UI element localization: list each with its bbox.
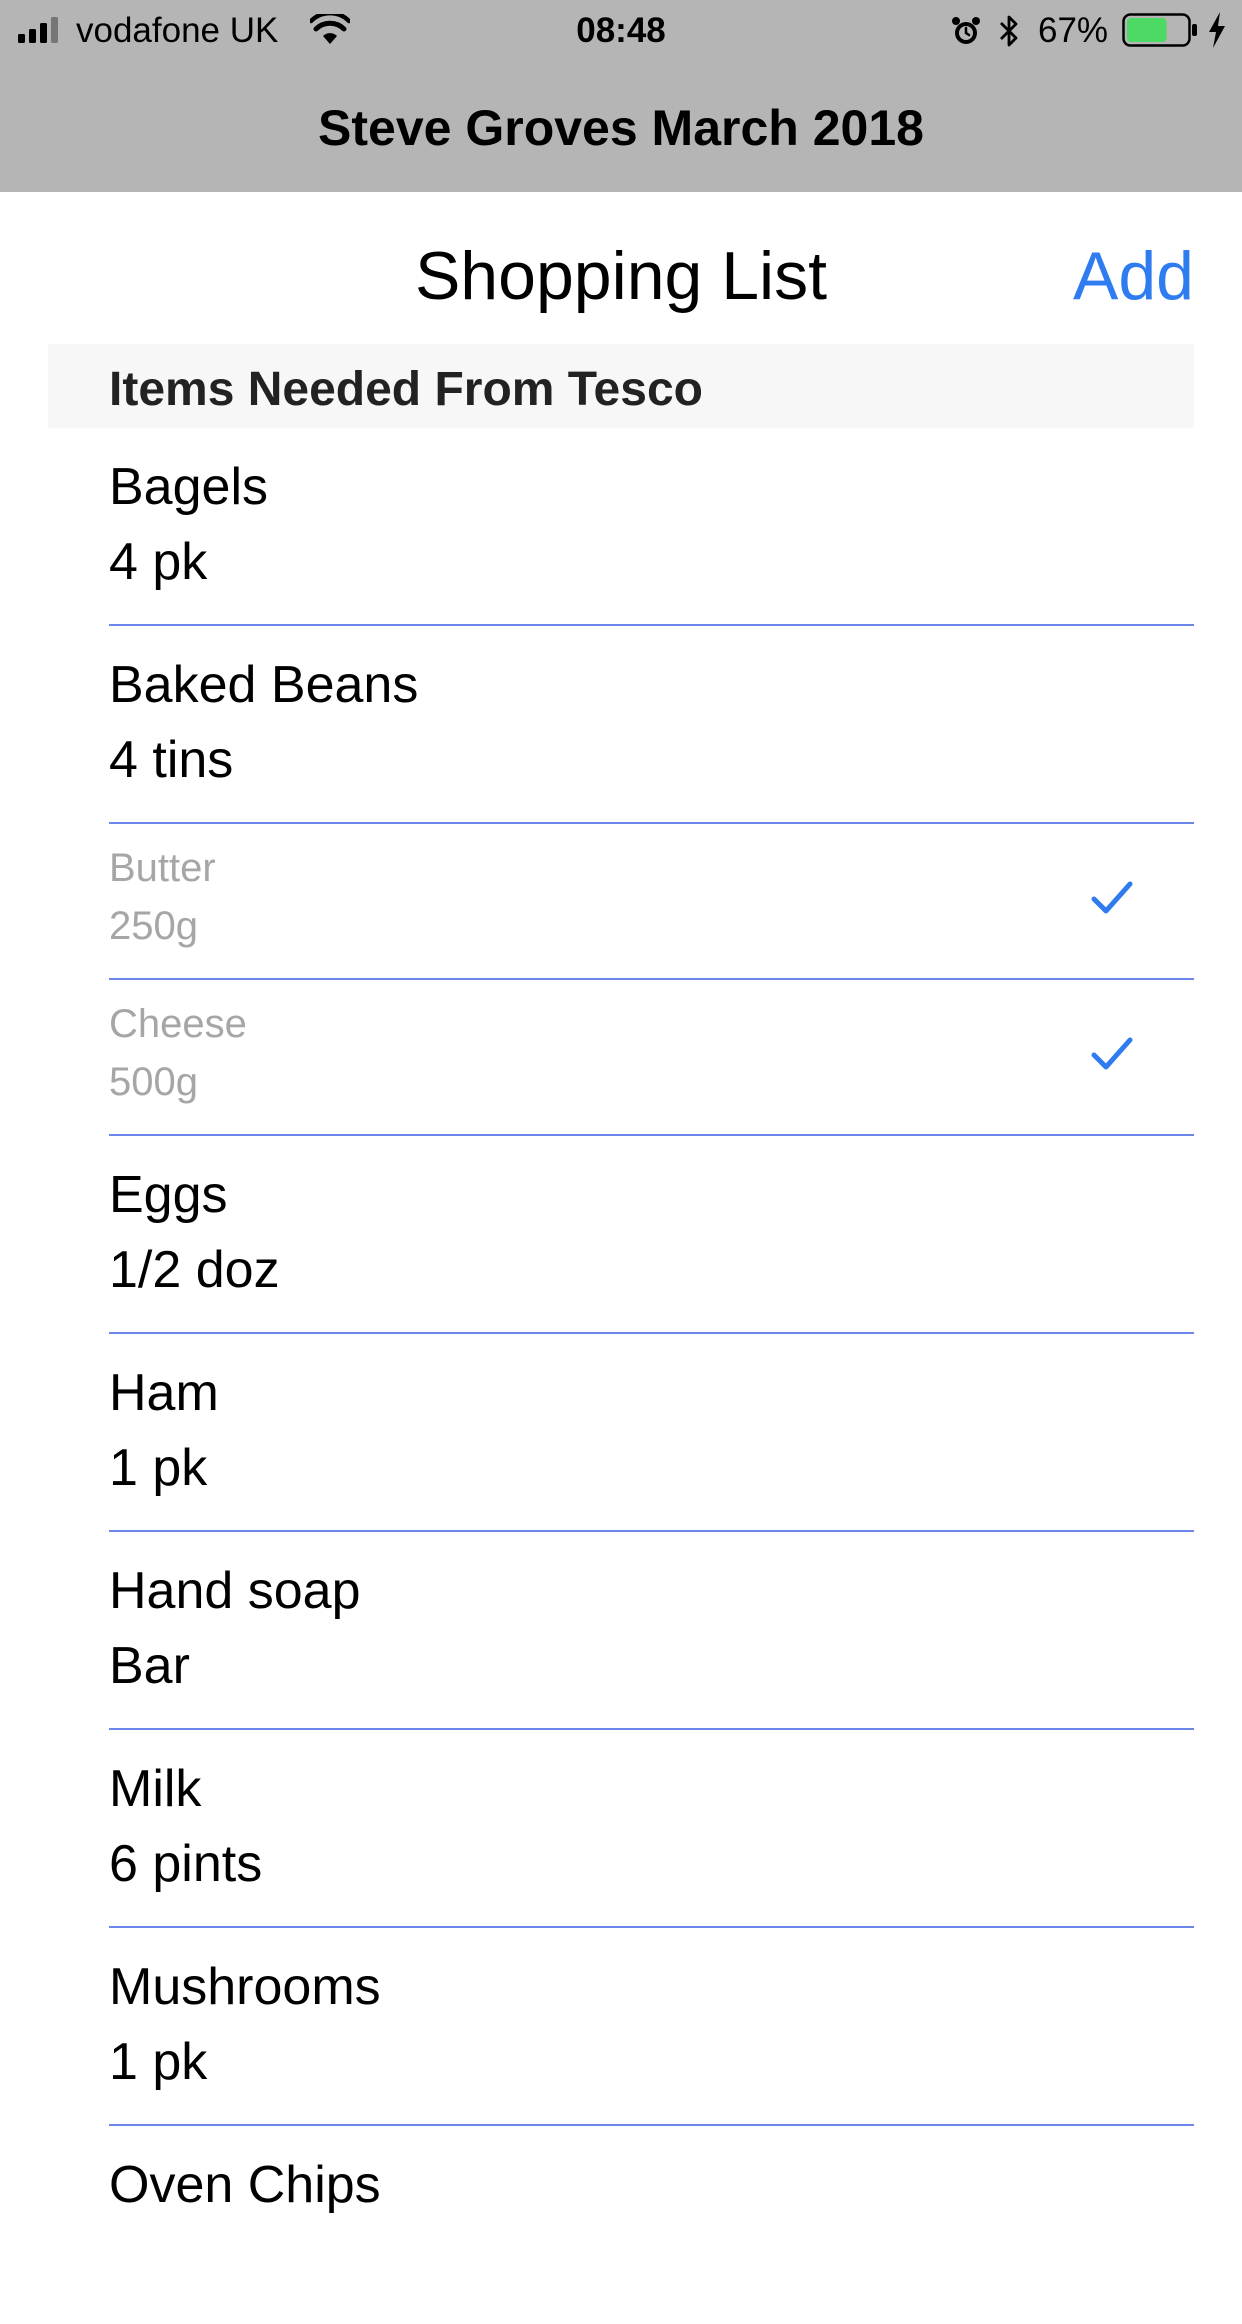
battery-icon [1122, 13, 1197, 47]
page-title: Shopping List [414, 238, 828, 314]
item-quantity: 1 pk [109, 2033, 208, 2091]
section-title: Items Needed From Tesco [109, 363, 703, 416]
list-item-checked[interactable]: Butter 250g [0, 824, 1242, 980]
item-name: Baked Beans [109, 656, 419, 714]
item-name: Butter [109, 846, 216, 890]
item-name: Oven Chips [109, 2156, 381, 2214]
item-quantity: 1/2 doz [109, 1241, 280, 1299]
item-name: Ham [109, 1364, 219, 1422]
list-item[interactable]: Baked Beans 4 tins [0, 626, 1242, 824]
item-quantity: 1 pk [109, 1439, 208, 1497]
checkmark-icon [1091, 881, 1133, 914]
section-header: Items Needed From Tesco [48, 344, 1194, 428]
charging-bolt-icon [1209, 12, 1225, 48]
status-bar: vodafone UK 08:48 67% [0, 0, 1242, 62]
item-name: Mushrooms [109, 1958, 381, 2016]
item-name: Bagels [109, 458, 268, 516]
item-quantity: 4 tins [109, 731, 234, 789]
item-name: Cheese [109, 1002, 247, 1046]
item-quantity: 500g [109, 1060, 198, 1104]
alarm-icon [952, 17, 980, 44]
checkmark-icon [1091, 1037, 1133, 1070]
item-name: Hand soap [109, 1562, 361, 1620]
app-title: Steve Groves March 2018 [318, 100, 924, 156]
list-item[interactable]: Hand soap Bar [0, 1532, 1242, 1730]
item-name: Eggs [109, 1166, 228, 1224]
shopping-list: Bagels 4 pk Baked Beans 4 tins Butter 25… [0, 428, 1242, 2324]
list-item[interactable]: Milk 6 pints [0, 1730, 1242, 1928]
list-item[interactable]: Mushrooms 1 pk [0, 1928, 1242, 2126]
bluetooth-icon [1000, 15, 1018, 47]
item-quantity: 4 pk [109, 533, 208, 591]
list-item[interactable]: Ham 1 pk [0, 1334, 1242, 1532]
add-button[interactable]: Add [1073, 236, 1194, 316]
list-item-checked[interactable]: Cheese 500g [0, 980, 1242, 1136]
item-name: Milk [109, 1760, 202, 1818]
item-quantity: Bar [109, 1637, 190, 1695]
battery-percent: 67% [1038, 11, 1109, 50]
list-item[interactable]: Oven Chips [0, 2126, 1242, 2324]
item-quantity: 250g [109, 904, 198, 948]
list-item[interactable]: Bagels 4 pk [0, 428, 1242, 626]
list-item[interactable]: Eggs 1/2 doz [0, 1136, 1242, 1334]
top-bar: vodafone UK 08:48 67% Steve Groves March… [0, 0, 1242, 192]
item-quantity: 6 pints [109, 1835, 263, 1893]
